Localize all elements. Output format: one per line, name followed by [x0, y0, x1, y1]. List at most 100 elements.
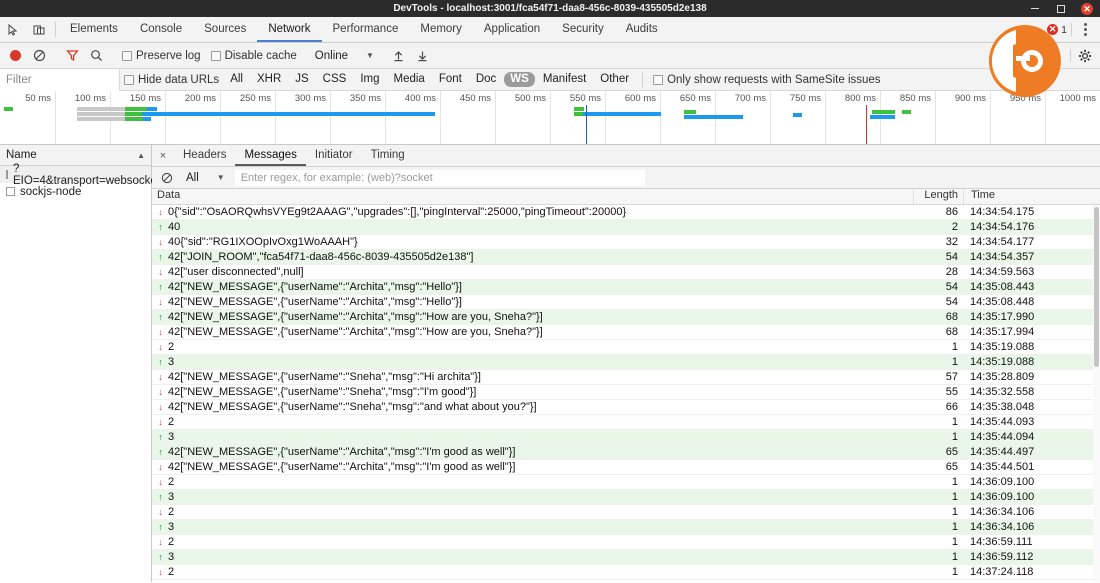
tab-elements[interactable]: Elements	[59, 17, 129, 42]
message-row[interactable]: ↓ 42["user disconnected",null] 28 14:34:59.…	[152, 265, 1100, 280]
message-row[interactable]: ↓ 2 1 14:36:34.106	[152, 505, 1100, 520]
column-header-data[interactable]: Data	[152, 189, 913, 204]
filter-type-other[interactable]: Other	[594, 72, 635, 87]
toolbar-separator	[1071, 23, 1072, 36]
throttling-value: Online	[314, 49, 349, 62]
message-row[interactable]: ↑ 42["NEW_MESSAGE",{"userName":"Archita",…	[152, 445, 1100, 460]
column-header-length[interactable]: Length	[913, 189, 963, 204]
hide-data-urls-checkbox[interactable]: Hide data URLs	[120, 74, 223, 86]
message-row[interactable]: ↓ 2 1 14:37:24.118	[152, 565, 1100, 580]
filter-type-ws[interactable]: WS	[504, 72, 535, 87]
export-har-button[interactable]	[412, 45, 434, 67]
message-time-cell: 14:35:17.994	[970, 326, 1035, 338]
tab-network[interactable]: Network	[257, 17, 322, 42]
disable-cache-checkbox[interactable]: Disable cache	[207, 50, 301, 62]
message-data-cell: ↓ 42["NEW_MESSAGE",{"userName":"Archita",…	[152, 461, 913, 473]
message-row[interactable]: ↑ 3 1 14:36:59.112	[152, 550, 1100, 565]
detail-tab-timing[interactable]: Timing	[362, 145, 414, 166]
message-row[interactable]: ↑ 3 1 14:36:34.106	[152, 520, 1100, 535]
message-row[interactable]: ↓ 40{"sid":"RG1IXOOpIvOxg1WoAAAH"} 32 14:34…	[152, 235, 1100, 250]
tab-console[interactable]: Console	[129, 17, 193, 42]
message-row[interactable]: ↓ 42["NEW_MESSAGE",{"userName":"Archita",…	[152, 295, 1100, 310]
tab-memory[interactable]: Memory	[409, 17, 473, 42]
message-type-select[interactable]: All	[182, 172, 199, 184]
tab-label: Sources	[204, 22, 247, 35]
samesite-issues-checkbox[interactable]: Only show requests with SameSite issues	[649, 74, 884, 86]
tab-security[interactable]: Security	[551, 17, 615, 42]
request-type-icon	[6, 187, 15, 196]
message-row[interactable]: ↓ 2 1 14:36:09.100	[152, 475, 1100, 490]
message-row[interactable]: ↓ 42["NEW_MESSAGE",{"userName":"Sneha","m…	[152, 400, 1100, 415]
tab-label: Elements	[70, 22, 118, 35]
minimize-button[interactable]	[1022, 0, 1048, 17]
scrollbar-thumb[interactable]	[1094, 207, 1099, 367]
gear-icon[interactable]	[1074, 45, 1096, 67]
checkbox-icon	[124, 74, 134, 85]
maximize-button[interactable]	[1048, 0, 1074, 17]
request-row-websocket[interactable]: ?EIO=4&transport=websocket	[0, 163, 160, 187]
clear-messages-button[interactable]	[156, 167, 178, 189]
filter-type-all[interactable]: All	[224, 72, 249, 87]
request-name-label: ?EIO=4&transport=websocket	[13, 162, 161, 187]
message-row[interactable]: ↓ 2 1 14:35:19.088	[152, 340, 1100, 355]
message-row[interactable]: ↑ 40 2 14:34:54.176	[152, 220, 1100, 235]
messages-scrollbar[interactable]	[1093, 205, 1100, 582]
message-data-cell: ↓ 2	[152, 416, 913, 428]
message-row[interactable]: ↓ 42["NEW_MESSAGE",{"userName":"Archita",…	[152, 325, 1100, 340]
import-har-button[interactable]	[388, 45, 410, 67]
record-icon	[9, 50, 21, 61]
message-row[interactable]: ↓ 42["NEW_MESSAGE",{"userName":"Archita",…	[152, 460, 1100, 475]
filter-type-xhr[interactable]: XHR	[251, 72, 287, 87]
filter-type-font[interactable]: Font	[433, 72, 468, 87]
filter-type-img[interactable]: Img	[354, 72, 385, 87]
network-overview-timeline[interactable]: 50 ms 100 ms 150 ms 200 ms 250 ms 300 ms 350 m…	[0, 91, 1100, 145]
more-options-icon[interactable]	[1076, 23, 1095, 36]
chevron-down-icon[interactable]: ▼	[217, 173, 225, 182]
close-detail-icon[interactable]: ×	[152, 145, 174, 166]
message-data-text: 42["NEW_MESSAGE",{"userName":"Sneha","ms…	[168, 386, 477, 398]
message-row[interactable]: ↓ 0{"sid":"OsAORQwhsVYEg9t2AAAG","upgrade…	[152, 205, 1100, 220]
message-row[interactable]: ↑ 42["JOIN_ROOM","fca54f71-daa8-456c-8039…	[152, 250, 1100, 265]
close-button[interactable]: ✕	[1074, 0, 1100, 17]
message-row[interactable]: ↑ 42["NEW_MESSAGE",{"userName":"Archita",…	[152, 310, 1100, 325]
error-count-badge[interactable]: ✕ 1	[1047, 24, 1067, 36]
message-regex-input[interactable]: Enter regex, for example: (web)?socket	[234, 169, 645, 186]
device-toolbar-icon[interactable]	[26, 17, 52, 42]
messages-table-header: Data Length Time	[152, 189, 1100, 205]
inspect-element-icon[interactable]	[0, 17, 26, 42]
clear-button[interactable]	[28, 45, 50, 67]
filter-type-media[interactable]: Media	[388, 72, 431, 87]
column-header-time[interactable]: Time	[963, 189, 1100, 204]
filter-type-js[interactable]: JS	[289, 72, 314, 87]
message-row[interactable]: ↑ 3 1 14:36:09.100	[152, 490, 1100, 505]
throttling-select[interactable]: Online ▼	[312, 50, 377, 62]
tab-sources[interactable]: Sources	[193, 17, 257, 42]
filter-toggle-button[interactable]	[61, 45, 83, 67]
filter-type-manifest[interactable]: Manifest	[537, 72, 592, 87]
detail-tab-headers[interactable]: Headers	[174, 145, 235, 166]
message-row[interactable]: ↓ 2 1 14:36:59.111	[152, 535, 1100, 550]
message-length-cell: 68	[945, 326, 958, 338]
filter-input[interactable]: Filter	[0, 68, 120, 91]
message-row[interactable]: ↓ 42["NEW_MESSAGE",{"userName":"Sneha","m…	[152, 370, 1100, 385]
detail-tab-initiator[interactable]: Initiator	[306, 145, 362, 166]
message-row[interactable]: ↓ 42["NEW_MESSAGE",{"userName":"Sneha","m…	[152, 385, 1100, 400]
filter-type-css[interactable]: CSS	[317, 72, 353, 87]
preserve-log-checkbox[interactable]: Preserve log	[118, 50, 205, 62]
messages-table: Data Length Time ↓ 0{"sid":"OsAORQwhsVYEg…	[152, 189, 1100, 582]
tab-audits[interactable]: Audits	[615, 17, 669, 42]
message-row[interactable]: ↑ 3 1 14:35:19.088	[152, 355, 1100, 370]
filter-type-doc[interactable]: Doc	[470, 72, 502, 87]
message-row[interactable]: ↑ 3 1 14:35:44.094	[152, 430, 1100, 445]
search-button[interactable]	[85, 45, 107, 67]
message-row[interactable]: ↓ 2 1 14:35:44.093	[152, 415, 1100, 430]
detail-tab-messages[interactable]: Messages	[235, 145, 306, 166]
message-length-cell: 54	[945, 281, 958, 293]
message-row[interactable]: ↑ 42["NEW_MESSAGE",{"userName":"Archita",…	[152, 280, 1100, 295]
tab-label: Application	[483, 22, 541, 35]
message-length-cell: 86	[945, 206, 958, 218]
arrow-up-icon: ↑	[158, 522, 163, 532]
tab-application[interactable]: Application	[473, 17, 551, 42]
record-button[interactable]	[4, 45, 26, 67]
tab-performance[interactable]: Performance	[322, 17, 410, 42]
